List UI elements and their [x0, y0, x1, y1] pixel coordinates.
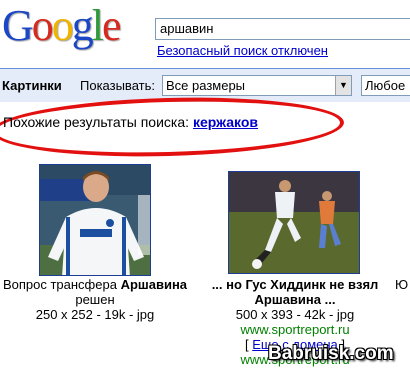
- player-photo: [40, 165, 150, 275]
- result-site: www.sportreport.ru: [240, 322, 350, 337]
- image-type-value: Любое: [365, 78, 406, 93]
- image-type-select[interactable]: Любое: [361, 75, 410, 96]
- logo-letter: G: [2, 1, 34, 50]
- search-input-wrapper[interactable]: [155, 18, 410, 40]
- related-label: Похожие результаты поиска:: [3, 114, 190, 130]
- partial-text: Ю: [395, 277, 409, 292]
- result-thumbnail[interactable]: [39, 164, 151, 276]
- result-caption: Вопрос трансфера Аршавина решен 250 x 25…: [0, 277, 190, 322]
- result-meta: 500 x 393 - 42k - jpg: [235, 307, 355, 322]
- match-photo: [229, 172, 359, 273]
- logo-letter: g: [71, 1, 94, 50]
- result-title-line2: решен: [75, 292, 115, 307]
- safe-search-link[interactable]: Безопасный поиск отключен: [157, 43, 328, 58]
- image-size-select[interactable]: Все размеры ▼: [162, 75, 352, 96]
- title-text: Вопрос трансфера: [2, 277, 121, 292]
- title-bold-text: Аршавина: [120, 277, 188, 292]
- google-logo[interactable]: Google: [2, 2, 142, 50]
- search-input[interactable]: [160, 21, 410, 36]
- result-meta: 250 x 252 - 19k - jpg: [35, 307, 155, 322]
- logo-letter: l: [91, 1, 104, 50]
- show-label: Показывать:: [80, 78, 155, 93]
- chevron-down-icon[interactable]: ▼: [335, 76, 351, 95]
- logo-letter: o: [31, 1, 54, 50]
- result-thumbnail[interactable]: [228, 171, 360, 274]
- related-searches: Похожие результаты поиска: кержаков: [3, 114, 258, 130]
- related-link[interactable]: кержаков: [193, 114, 258, 130]
- logo-letter: e: [102, 1, 121, 50]
- section-title: Картинки: [2, 78, 62, 93]
- result-caption-partial: Ю: [395, 277, 408, 292]
- title-bold-text: Аршавина ...: [254, 292, 336, 307]
- result-title[interactable]: ... но Гус Хиддинк не взял: [205, 277, 385, 292]
- result-title[interactable]: Вопрос трансфера Аршавина: [0, 277, 190, 292]
- watermark: Babruisk.com: [268, 343, 394, 364]
- result-title-line2: Аршавина ...: [205, 292, 385, 307]
- logo-letter: o: [51, 1, 74, 50]
- image-size-value: Все размеры: [166, 78, 246, 93]
- title-text: ... но Гус Хиддинк не взял: [211, 277, 379, 292]
